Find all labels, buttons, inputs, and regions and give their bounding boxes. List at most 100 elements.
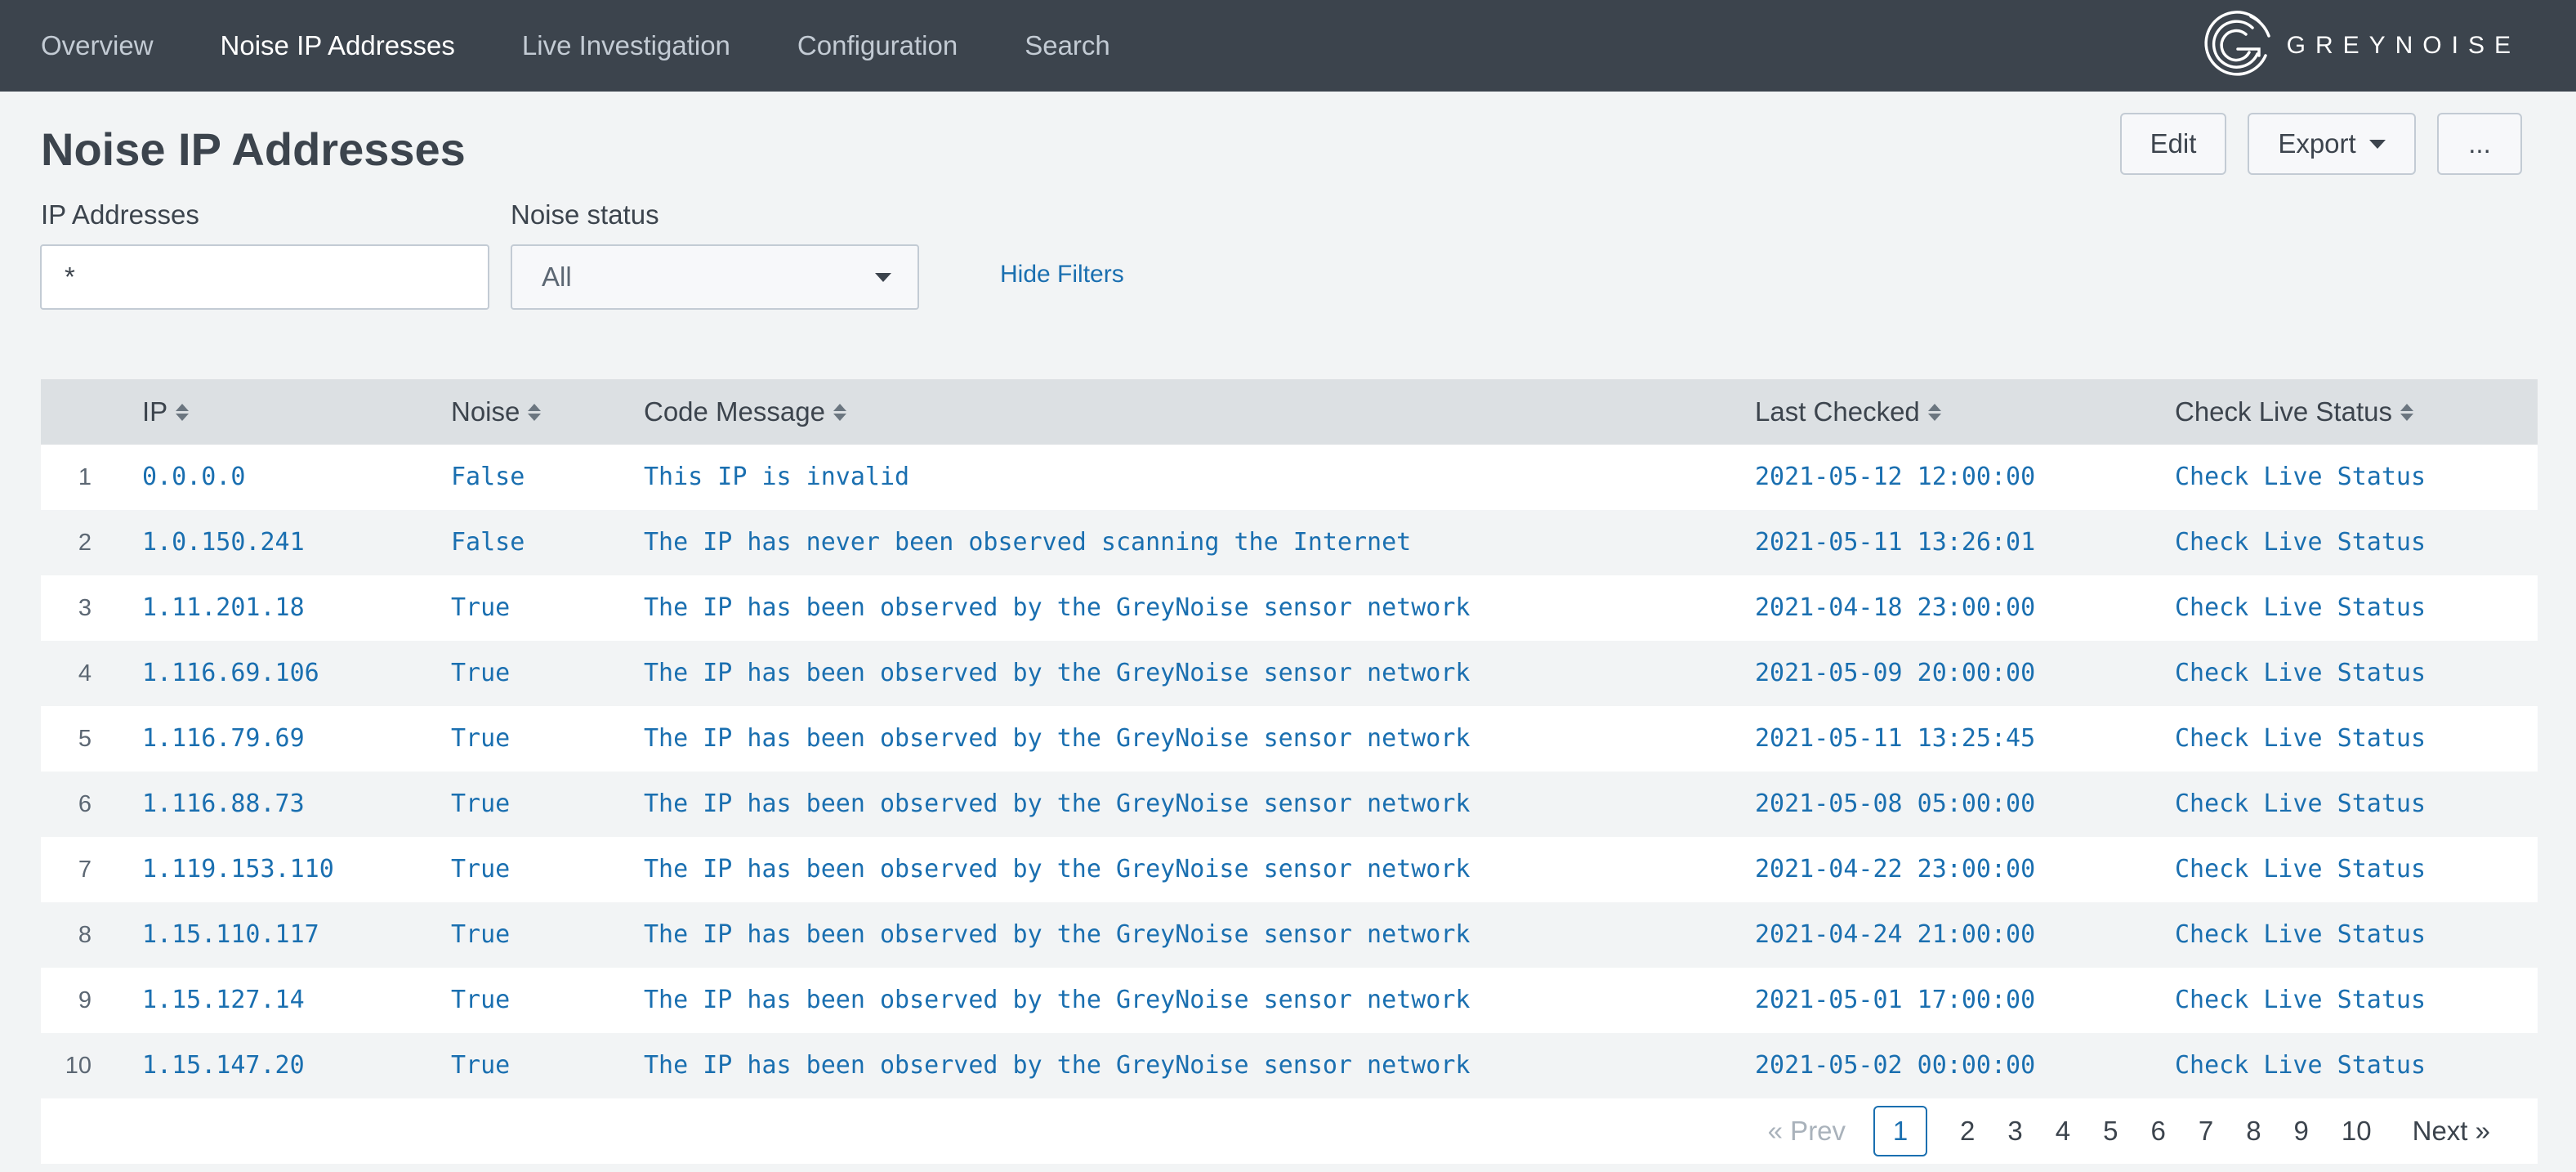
page-4-button[interactable]: 4	[2056, 1116, 2070, 1147]
row-number: 10	[65, 1053, 92, 1079]
column-header-ip[interactable]: IP	[142, 396, 190, 427]
code-message-cell[interactable]: The IP has been observed by the GreyNois…	[644, 902, 1470, 968]
table-row: 7 1.119.153.110 True The IP has been observ…	[41, 837, 2538, 902]
page-2-button[interactable]: 2	[1960, 1116, 1975, 1147]
last-checked-cell[interactable]: 2021-05-11 13:25:45	[1755, 706, 2035, 772]
row-number: 9	[78, 987, 92, 1013]
page-10-button[interactable]: 10	[2342, 1116, 2372, 1147]
column-header-code-message[interactable]: Code Message	[644, 396, 846, 427]
nav-configuration[interactable]: Configuration	[797, 0, 958, 92]
check-live-status-link[interactable]: Check Live Status	[2175, 641, 2426, 706]
ip-cell[interactable]: 1.116.69.106	[142, 641, 319, 706]
column-header-label: Noise	[451, 396, 520, 427]
last-checked-cell[interactable]: 2021-04-24 21:00:00	[1755, 902, 2035, 968]
last-checked-cell[interactable]: 2021-05-09 20:00:00	[1755, 641, 2035, 706]
check-live-status-link[interactable]: Check Live Status	[2175, 902, 2426, 968]
noise-cell[interactable]: True	[451, 1033, 510, 1098]
column-header-label: Check Live Status	[2175, 396, 2392, 427]
table-row: 1 0.0.0.0 False This IP is invalid 2021-05-1…	[41, 445, 2538, 510]
noise-cell[interactable]: True	[451, 902, 510, 968]
code-message-cell[interactable]: The IP has been observed by the GreyNois…	[644, 837, 1470, 902]
last-checked-cell[interactable]: 2021-05-01 17:00:00	[1755, 968, 2035, 1033]
prev-page-button: « Prev	[1767, 1116, 1846, 1146]
page-3-button[interactable]: 3	[2007, 1116, 2022, 1147]
page-5-button[interactable]: 5	[2103, 1116, 2118, 1147]
page-8-button[interactable]: 8	[2246, 1116, 2261, 1147]
last-checked-cell[interactable]: 2021-05-12 12:00:00	[1755, 445, 2035, 510]
code-message-cell[interactable]: The IP has never been observed scanning …	[644, 510, 1411, 575]
row-number: 1	[78, 464, 92, 490]
code-message-cell[interactable]: The IP has been observed by the GreyNois…	[644, 706, 1470, 772]
check-live-status-link[interactable]: Check Live Status	[2175, 837, 2426, 902]
table-row: 10 1.15.147.20 True The IP has been observe…	[41, 1033, 2538, 1098]
table-row: 8 1.15.110.117 True The IP has been observe…	[41, 902, 2538, 968]
column-header-noise[interactable]: Noise	[451, 396, 542, 427]
last-checked-cell[interactable]: 2021-04-22 23:00:00	[1755, 837, 2035, 902]
ip-cell[interactable]: 1.15.110.117	[142, 902, 319, 968]
more-actions-label: ...	[2468, 128, 2491, 159]
ip-addresses-input[interactable]	[40, 244, 489, 310]
row-number: 3	[78, 595, 92, 621]
ip-cell[interactable]: 1.116.88.73	[142, 772, 305, 837]
export-button[interactable]: Export	[2248, 113, 2416, 175]
hide-filters-link[interactable]: Hide Filters	[1000, 261, 1124, 289]
noise-cell[interactable]: True	[451, 837, 510, 902]
ip-cell[interactable]: 1.0.150.241	[142, 510, 305, 575]
code-message-cell[interactable]: This IP is invalid	[644, 445, 909, 510]
ip-cell[interactable]: 1.116.79.69	[142, 706, 305, 772]
noise-cell[interactable]: True	[451, 575, 510, 641]
ip-cell[interactable]: 1.119.153.110	[142, 837, 334, 902]
last-checked-cell[interactable]: 2021-05-02 00:00:00	[1755, 1033, 2035, 1098]
more-actions-button[interactable]: ...	[2437, 113, 2522, 175]
check-live-status-link[interactable]: Check Live Status	[2175, 445, 2426, 510]
noise-cell[interactable]: False	[451, 445, 525, 510]
row-number: 6	[78, 791, 92, 817]
ip-cell[interactable]: 0.0.0.0	[142, 445, 245, 510]
ip-cell[interactable]: 1.15.147.20	[142, 1033, 305, 1098]
noise-cell[interactable]: False	[451, 510, 525, 575]
caret-down-icon	[875, 272, 891, 282]
check-live-status-link[interactable]: Check Live Status	[2175, 772, 2426, 837]
edit-button-label: Edit	[2150, 128, 2197, 159]
last-checked-cell[interactable]: 2021-05-11 13:26:01	[1755, 510, 2035, 575]
noise-status-select[interactable]: All	[511, 244, 919, 310]
code-message-cell[interactable]: The IP has been observed by the GreyNois…	[644, 772, 1470, 837]
last-checked-cell[interactable]: 2021-04-18 23:00:00	[1755, 575, 2035, 641]
page-1-button[interactable]: 1	[1873, 1106, 1928, 1156]
check-live-status-link[interactable]: Check Live Status	[2175, 706, 2426, 772]
ip-cell[interactable]: 1.11.201.18	[142, 575, 305, 641]
code-message-cell[interactable]: The IP has been observed by the GreyNois…	[644, 1033, 1470, 1098]
last-checked-cell[interactable]: 2021-05-08 05:00:00	[1755, 772, 2035, 837]
ip-cell[interactable]: 1.15.127.14	[142, 968, 305, 1033]
check-live-status-link[interactable]: Check Live Status	[2175, 510, 2426, 575]
noise-status-value: All	[542, 262, 572, 292]
column-header-check-live-status[interactable]: Check Live Status	[2175, 396, 2413, 427]
column-header-label: Code Message	[644, 396, 825, 427]
column-header-last-checked[interactable]: Last Checked	[1755, 396, 1941, 427]
noise-cell[interactable]: True	[451, 772, 510, 837]
check-live-status-link[interactable]: Check Live Status	[2175, 1033, 2426, 1098]
noise-cell[interactable]: True	[451, 641, 510, 706]
next-page-button[interactable]: Next »	[2413, 1116, 2490, 1147]
column-header-label: IP	[142, 396, 168, 427]
nav-search[interactable]: Search	[1025, 0, 1110, 92]
check-live-status-link[interactable]: Check Live Status	[2175, 968, 2426, 1033]
noise-cell[interactable]: True	[451, 968, 510, 1033]
noise-cell[interactable]: True	[451, 706, 510, 772]
page-7-button[interactable]: 7	[2199, 1116, 2213, 1147]
page-9-button[interactable]: 9	[2294, 1116, 2309, 1147]
edit-button[interactable]: Edit	[2120, 113, 2226, 175]
check-live-status-link[interactable]: Check Live Status	[2175, 575, 2426, 641]
code-message-cell[interactable]: The IP has been observed by the GreyNois…	[644, 968, 1470, 1033]
noise-ip-table: IP Noise Code Message Last Checked Check…	[41, 379, 2538, 1164]
nav-live-investigation[interactable]: Live Investigation	[522, 0, 730, 92]
brand-wordmark: GREYNOISE	[2286, 32, 2520, 59]
nav-overview[interactable]: Overview	[41, 0, 154, 92]
code-message-cell[interactable]: The IP has been observed by the GreyNois…	[644, 641, 1470, 706]
row-number: 5	[78, 726, 92, 752]
nav-noise-ip-addresses[interactable]: Noise IP Addresses	[221, 0, 455, 92]
page-6-button[interactable]: 6	[2150, 1116, 2165, 1147]
brand[interactable]: GREYNOISE	[2202, 0, 2520, 92]
code-message-cell[interactable]: The IP has been observed by the GreyNois…	[644, 575, 1470, 641]
table-row: 4 1.116.69.106 True The IP has been observe…	[41, 641, 2538, 706]
